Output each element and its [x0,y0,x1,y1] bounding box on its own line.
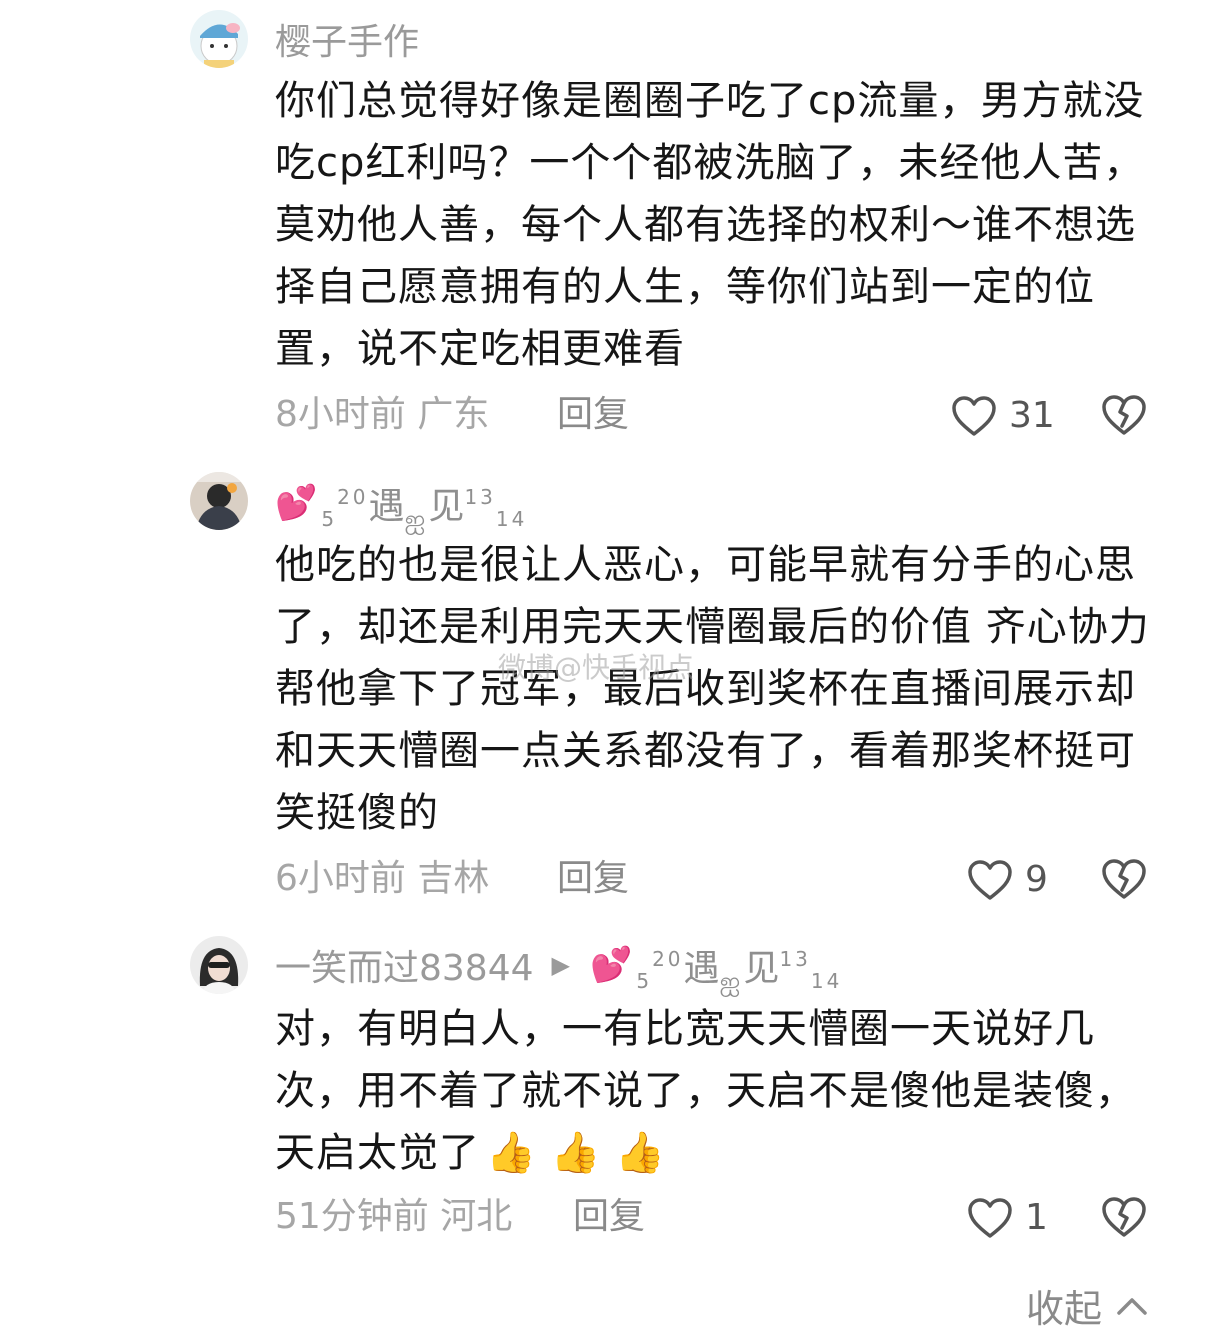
author-name[interactable]: 5 20 遇 ஐ 见 13 14 [321,477,527,535]
heart-outline-icon [952,396,996,436]
sparkling-heart-icon: 💕 [275,483,318,523]
watermark: 微博@快手视点 [498,651,695,684]
heart-outline-icon [968,1198,1012,1238]
dislike-button[interactable] [1101,1196,1147,1242]
like-count: 1 [1025,1197,1048,1238]
comment-author[interactable]: 💕 5 20 遇 ஐ 见 13 14 [275,477,527,535]
like-button[interactable]: 31 [951,394,1055,438]
comment-meta: 8小时前 广东 回复 31 [275,390,1155,440]
chevron-up-icon [1117,1297,1147,1315]
comment-text-content: 对，有明白人，一有比宽天天懵圈一天说好几次，用不着了就不说了，天启不是傻他是装傻… [275,1006,1136,1176]
like-count: 9 [1025,859,1048,900]
broken-heart-icon [1102,859,1146,899]
dislike-button[interactable] [1101,394,1147,440]
author-name[interactable]: 樱子手作 [275,13,419,65]
author-name[interactable]: 一笑而过83844 [275,939,534,991]
broken-heart-icon [1102,395,1146,435]
avatar[interactable] [190,936,248,994]
thumbs-up-icon: 👍 👍 👍 [486,1130,666,1176]
like-button[interactable]: 1 [967,1196,1048,1240]
time-location: 51分钟前 河北 [275,1196,513,1237]
collapse-button[interactable]: 收起 [1026,1278,1148,1333]
reply-button[interactable]: 回复 [557,390,629,440]
comment-text: 对，有明白人，一有比宽天天懵圈一天说好几次，用不着了就不说了，天启不是傻他是装傻… [275,998,1155,1184]
comment-author[interactable]: 樱子手作 [275,14,419,64]
comment-text: 你们总觉得好像是圈圈子吃了cp流量，男方就没吃cp红利吗？一个个都被洗脑了，未经… [275,78,1145,372]
broken-heart-icon [1102,1197,1146,1237]
comment-meta: 51分钟前 河北 回复 1 [275,1192,1155,1242]
collapse-label: 收起 [1026,1287,1103,1331]
sparkling-heart-icon: 💕 [590,945,633,985]
comment-meta: 6小时前 吉林 回复 9 [275,854,1155,904]
avatar[interactable] [190,10,248,68]
comment-text: 他吃的也是很让人恶心，可能早就有分手的心思了，却还是利用完天天懵圈最后的价值 齐… [275,542,1150,836]
play-triangle-icon: ▶ [551,951,570,979]
time-location: 8小时前 广东 [275,394,490,435]
reply-button[interactable]: 回复 [573,1192,645,1242]
reply-to-name[interactable]: 5 20 遇 ஐ 见 13 14 [636,939,842,997]
comment-author[interactable]: 一笑而过83844 ▶ 💕 5 20 遇 ஐ 见 13 14 [275,939,842,997]
time-location: 6小时前 吉林 [275,858,490,899]
like-button[interactable]: 9 [967,858,1048,902]
dislike-button[interactable] [1101,858,1147,904]
heart-outline-icon [968,860,1012,900]
reply-button[interactable]: 回复 [557,854,629,904]
avatar[interactable] [190,472,248,530]
like-count: 31 [1009,395,1055,436]
